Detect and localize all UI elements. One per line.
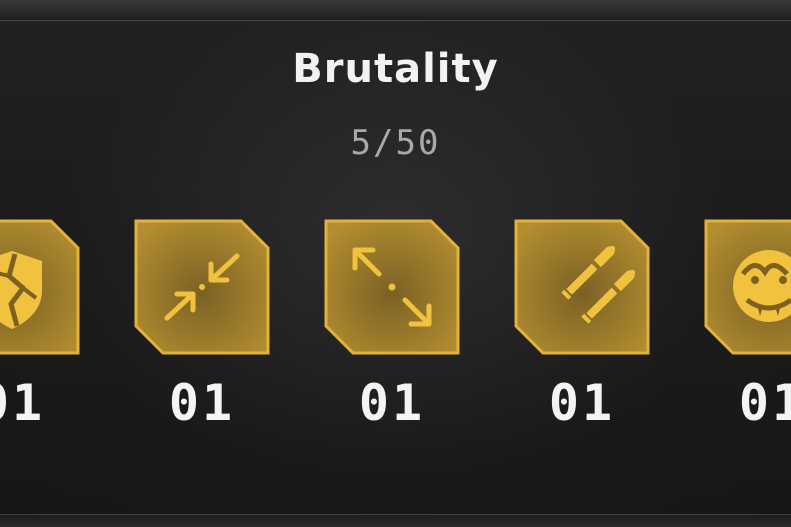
bottom-frame — [0, 514, 791, 527]
medal-badge-arrows-outward[interactable] — [323, 218, 461, 356]
medal-badge-bullets[interactable] — [513, 218, 651, 356]
category-title: Brutality — [292, 46, 499, 92]
medal-count: 01 — [548, 374, 616, 432]
category-progress: 5/50 — [350, 123, 441, 163]
top-frame — [0, 0, 791, 21]
medal-screen: Brutality 5/50 01 — [0, 0, 791, 527]
medal-badge-shattered-shield[interactable] — [0, 218, 81, 356]
medal-count: 01 — [0, 374, 46, 432]
medal-badge-arrows-inward[interactable] — [133, 218, 271, 356]
medal-badge-fanged-face[interactable] — [703, 218, 791, 356]
medal-count: 01 — [738, 374, 791, 432]
medal-count: 01 — [358, 374, 426, 432]
medal-count: 01 — [168, 374, 236, 432]
